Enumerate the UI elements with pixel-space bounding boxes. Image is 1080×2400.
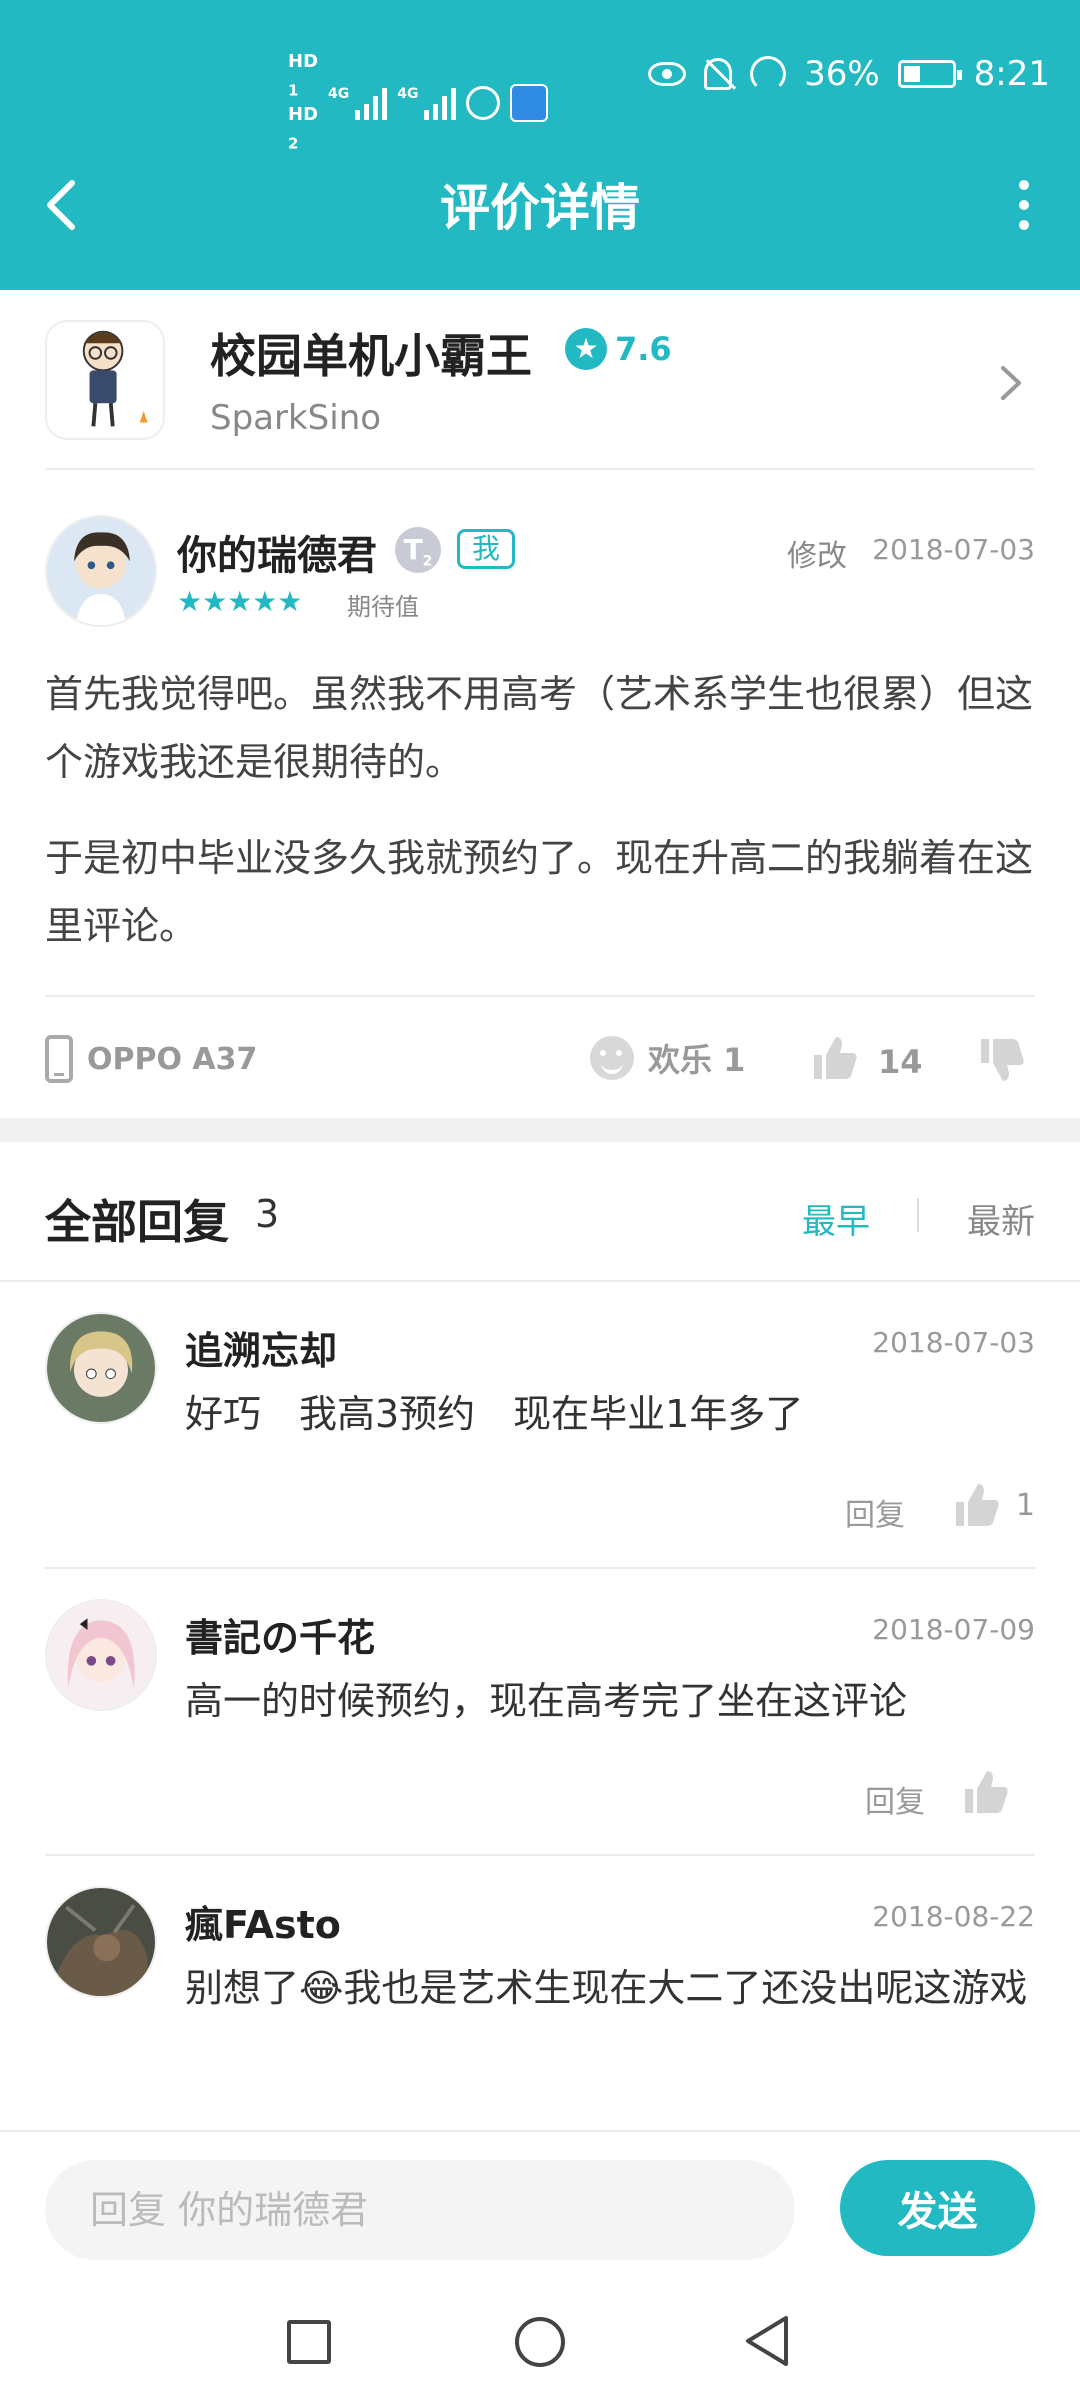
reply-like-button[interactable]: [961, 1767, 1025, 1817]
like-button[interactable]: 14: [810, 1033, 923, 1091]
me-badge: 我: [457, 529, 516, 569]
more-vertical-icon: [1019, 180, 1029, 190]
replies-count: 3: [255, 1192, 280, 1236]
reply-author[interactable]: 瘋FAsto: [185, 1894, 341, 1949]
clock: 8:21: [973, 54, 1050, 94]
replies-header: 全部回复 3 最早 最新: [45, 1180, 1035, 1280]
review-body: 首先我觉得吧。虽然我不用高考（艺术系学生也很累）但这个游戏我还是很期待的。 于是…: [45, 660, 1035, 960]
mute-bell-icon: [704, 58, 733, 90]
system-navigation-bar: [0, 2282, 1080, 2400]
expectation-label: 期待值: [347, 593, 419, 621]
reply-author[interactable]: 追溯忘却: [185, 1320, 337, 1375]
signal-2-icon: 4G: [397, 86, 457, 120]
app-icon: [45, 320, 165, 440]
device-info: OPPO A37: [45, 1035, 257, 1083]
level-badge: T2: [395, 527, 441, 573]
phone-icon: [45, 1035, 73, 1083]
dislike-button[interactable]: [977, 1035, 1027, 1089]
home-button[interactable]: [515, 2317, 565, 2367]
status-right-indicators: 36% 8:21: [648, 54, 1050, 94]
sort-earliest-tab[interactable]: 最早: [802, 1194, 870, 1243]
notification-app-icon: [510, 83, 549, 122]
reply-date: 2018-07-03: [872, 1326, 1035, 1359]
smile-icon: [590, 1036, 634, 1080]
review-paragraph: 首先我觉得吧。虽然我不用高考（艺术系学生也很累）但这个游戏我还是很期待的。: [45, 672, 1034, 784]
reply-bar: 发送: [0, 2130, 1080, 2280]
page-title: 评价详情: [440, 179, 640, 237]
more-options-button[interactable]: [1012, 180, 1036, 230]
battery-icon: [897, 60, 962, 88]
mood-button[interactable]: 欢乐 1: [590, 1035, 745, 1081]
reply-button[interactable]: 回复: [845, 1490, 905, 1534]
reply-button[interactable]: 回复: [865, 1777, 925, 1821]
thumbs-up-icon: [965, 1771, 1008, 1813]
avatar[interactable]: [45, 1886, 157, 1998]
star-icon: ★: [565, 328, 607, 370]
hd-indicators: HD 1 HD 2: [288, 51, 319, 153]
reply-item: 追溯忘却 2018-07-03 好巧 我高3预约 现在毕业1年多了 回复 1: [45, 1282, 1035, 1569]
review-date: 2018-07-03: [872, 533, 1035, 566]
avatar[interactable]: [45, 1312, 157, 1424]
review-author[interactable]: 你的瑞德君: [177, 523, 377, 581]
review-footer: OPPO A37 欢乐 1 14: [45, 995, 1035, 1117]
app-name: 校园单机小霸王: [210, 329, 532, 383]
status-left-indicators: HD 1 HD 2 4G 4G: [288, 50, 549, 155]
send-button[interactable]: 发送: [840, 2160, 1035, 2256]
thumbs-down-icon: [981, 1039, 1024, 1081]
rating-stars: ★★★★★: [177, 585, 303, 618]
reply-item: 瘋FAsto 2018-08-22 别想了😂我也是艺术生现在大二了还没出呢这游戏: [45, 1856, 1035, 2143]
app-card[interactable]: 校园单机小霸王 ★ 7.6 SparkSino: [45, 320, 1035, 470]
sort-separator: [917, 1198, 919, 1232]
app-developer: SparkSino: [210, 398, 382, 438]
chevron-right-icon: [1001, 366, 1021, 400]
thumbs-up-icon: [955, 1484, 999, 1526]
status-bar: HD 1 HD 2 4G 4G 36% 8:21: [0, 40, 1080, 152]
signal-1-icon: 4G: [328, 86, 388, 120]
sort-newest-tab[interactable]: 最新: [967, 1194, 1035, 1243]
reply-text: 高一的时候预约，现在高考完了坐在这评论: [185, 1679, 908, 1723]
back-triangle-icon[interactable]: [742, 2314, 792, 2368]
speed-gauge-icon: [750, 56, 787, 92]
avatar[interactable]: [45, 1599, 157, 1711]
reply-date: 2018-07-09: [872, 1613, 1035, 1646]
hotspot-icon: [466, 85, 501, 120]
replies-title: 全部回复: [45, 1195, 229, 1249]
avatar[interactable]: [45, 515, 157, 627]
edit-button[interactable]: 修改: [787, 531, 847, 575]
section-divider: [0, 1118, 1080, 1142]
review-paragraph: 于是初中毕业没多久我就预约了。现在升高二的我躺着在这里评论。: [45, 836, 1034, 948]
reply-item: 書記の千花 2018-07-09 高一的时候预约，现在高考完了坐在这评论 回复: [45, 1569, 1035, 1856]
recent-apps-button[interactable]: [287, 2320, 331, 2364]
battery-percent: 36%: [804, 54, 880, 94]
reply-text: 好巧 我高3预约 现在毕业1年多了: [185, 1392, 804, 1436]
app-score: ★ 7.6: [565, 328, 672, 370]
top-app-bar: HD 1 HD 2 4G 4G 36% 8:21 评价详情: [0, 0, 1080, 290]
reply-like-button[interactable]: 1: [952, 1480, 1035, 1530]
thumbs-up-icon: [810, 1033, 860, 1091]
eye-comfort-icon: [648, 62, 687, 86]
reply-input[interactable]: [45, 2160, 795, 2260]
reply-date: 2018-08-22: [872, 1900, 1035, 1933]
reply-text: 别想了😂我也是艺术生现在大二了还没出呢这游戏: [185, 1966, 1028, 2010]
reply-author[interactable]: 書記の千花: [185, 1607, 375, 1662]
